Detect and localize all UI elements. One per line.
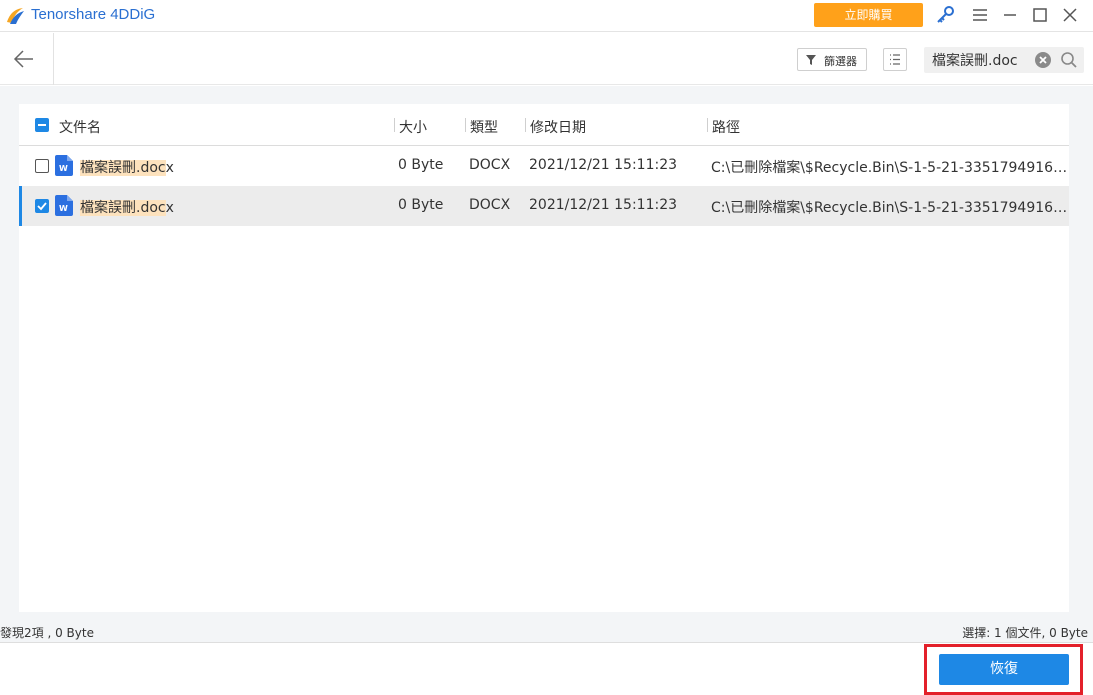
filter-button[interactable]: 篩選器 (797, 48, 867, 71)
back-button[interactable] (0, 33, 54, 85)
row-checkbox[interactable] (35, 159, 49, 173)
list-view-button[interactable] (883, 48, 907, 71)
table-row[interactable]: W 檔案誤刪.docx 0 Byte DOCX 2021/12/21 15:11… (19, 186, 1069, 226)
minimize-icon[interactable] (999, 4, 1021, 26)
app-title: Tenorshare 4DDiG (31, 6, 156, 23)
column-header-size[interactable]: 大小 (399, 117, 427, 137)
filter-label: 篩選器 (824, 55, 857, 68)
svg-text:W: W (59, 204, 68, 213)
maximize-icon[interactable] (1029, 4, 1051, 26)
select-all-checkbox[interactable] (35, 118, 49, 132)
row-checkbox[interactable] (35, 199, 49, 213)
column-divider[interactable] (707, 118, 708, 132)
arrow-left-icon (13, 50, 33, 68)
file-name-match: 檔案誤刪.doc (80, 160, 166, 176)
file-type: DOCX (469, 157, 511, 173)
clear-search-icon[interactable] (1034, 51, 1052, 69)
file-name-rest: x (165, 160, 174, 176)
title-bar: Tenorshare 4DDiG 立即購買 (0, 0, 1093, 32)
file-path: C:\已刪除檔案\$Recycle.Bin\S-1-5-21-335179491… (711, 200, 1069, 216)
key-icon[interactable] (934, 4, 956, 26)
word-doc-icon: W (55, 195, 73, 216)
file-modified: 2021/12/21 15:11:23 (529, 197, 678, 213)
column-divider[interactable] (525, 118, 526, 132)
footer: 恢復 (0, 644, 1093, 695)
buy-now-button[interactable]: 立即購買 (814, 3, 923, 27)
selected-count: 選擇: 1 個文件, 0 Byte (962, 626, 1088, 640)
checkmark-icon (37, 202, 47, 211)
file-type: DOCX (469, 197, 511, 213)
search-input[interactable] (932, 50, 1032, 70)
column-header-name[interactable]: 文件名 (59, 117, 101, 137)
file-name-match: 檔案誤刪.doc (80, 200, 166, 216)
menu-icon[interactable] (969, 4, 991, 26)
column-divider[interactable] (394, 118, 395, 132)
file-name: 檔案誤刪.docx (80, 157, 174, 177)
column-header-path[interactable]: 路徑 (712, 117, 740, 137)
column-header-modified[interactable]: 修改日期 (530, 117, 586, 137)
file-size: 0 Byte (398, 157, 444, 173)
list-icon (890, 54, 900, 65)
column-divider[interactable] (465, 118, 466, 132)
file-name-rest: x (165, 200, 174, 216)
app-logo-icon (7, 8, 24, 24)
search-icon[interactable] (1060, 51, 1078, 69)
table-header: 文件名 大小 類型 修改日期 路徑 (19, 104, 1069, 146)
file-size: 0 Byte (398, 197, 444, 213)
column-header-type[interactable]: 類型 (470, 117, 498, 137)
file-path: C:\已刪除檔案\$Recycle.Bin\S-1-5-21-335179491… (711, 160, 1069, 176)
found-count: 發現2項 , 0 Byte (0, 626, 94, 640)
svg-text:W: W (59, 164, 68, 173)
selection-indicator (19, 186, 22, 226)
funnel-icon (806, 55, 816, 65)
word-doc-icon: W (55, 155, 73, 176)
file-name: 檔案誤刪.docx (80, 197, 174, 217)
recover-button[interactable]: 恢復 (939, 654, 1069, 685)
status-bar: 發現2項 , 0 Byte 選擇: 1 個文件, 0 Byte (0, 619, 1093, 643)
table-row[interactable]: W 檔案誤刪.docx 0 Byte DOCX 2021/12/21 15:11… (19, 146, 1069, 186)
file-modified: 2021/12/21 15:11:23 (529, 157, 678, 173)
search-box (924, 47, 1084, 73)
file-table: 文件名 大小 類型 修改日期 路徑 W 檔案誤刪.docx 0 Byte DOC… (19, 104, 1069, 612)
close-icon[interactable] (1059, 4, 1081, 26)
toolbar: 篩選器 (0, 33, 1093, 85)
